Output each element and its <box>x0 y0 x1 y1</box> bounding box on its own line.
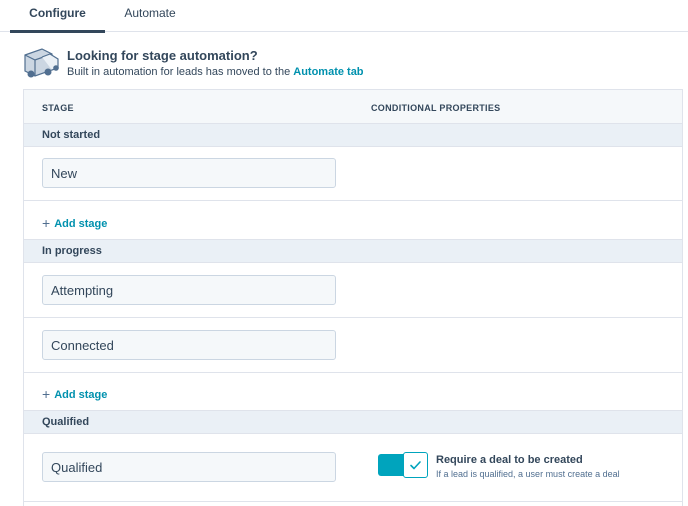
checkmark-icon <box>404 461 427 481</box>
automation-banner: Looking for stage automation? Built in a… <box>22 44 672 84</box>
banner-text: Built in automation for leads has moved … <box>67 66 364 78</box>
tab-bar: Configure Automate <box>0 0 688 33</box>
table-row: + Add stage <box>24 373 682 411</box>
table-row <box>24 318 682 373</box>
column-header-conditional-properties: CONDITIONAL PROPERTIES <box>371 103 501 113</box>
table-row <box>24 263 682 318</box>
tab-configure[interactable]: Configure <box>10 0 105 33</box>
banner-description: Built in automation for leads has moved … <box>67 66 291 78</box>
add-stage-button[interactable]: + Add stage <box>42 385 108 402</box>
tab-automate[interactable]: Automate <box>112 0 188 32</box>
stage-name-input[interactable] <box>42 452 336 482</box>
require-deal-description: If a lead is qualified, a user must crea… <box>436 469 620 479</box>
plus-icon: + <box>42 386 51 402</box>
stage-name-input[interactable] <box>42 275 336 305</box>
group-header-not-started: Not started <box>24 124 682 147</box>
group-header-qualified: Qualified <box>24 411 682 434</box>
require-deal-toggle[interactable] <box>378 452 428 478</box>
delivery-truck-icon <box>22 46 60 82</box>
plus-icon: + <box>42 215 51 231</box>
banner-title: Looking for stage automation? <box>67 48 258 63</box>
table-header: STAGE CONDITIONAL PROPERTIES <box>24 90 682 124</box>
automate-tab-link[interactable]: Automate tab <box>293 66 363 78</box>
group-header-in-progress: In progress <box>24 240 682 263</box>
add-stage-label: Add stage <box>54 389 108 401</box>
toggle-knob <box>403 452 428 478</box>
column-header-stage: STAGE <box>42 103 74 113</box>
add-stage-button[interactable]: + Add stage <box>42 214 108 231</box>
require-deal-title: Require a deal to be created <box>436 454 583 466</box>
table-row <box>24 147 682 201</box>
stage-name-input[interactable] <box>42 330 336 360</box>
table-row: + Add stage <box>24 201 682 240</box>
table-row: Require a deal to be created If a lead i… <box>24 434 682 502</box>
stages-table: STAGE CONDITIONAL PROPERTIES Not started… <box>23 89 683 506</box>
stage-name-input[interactable] <box>42 158 336 188</box>
add-stage-label: Add stage <box>54 218 108 230</box>
